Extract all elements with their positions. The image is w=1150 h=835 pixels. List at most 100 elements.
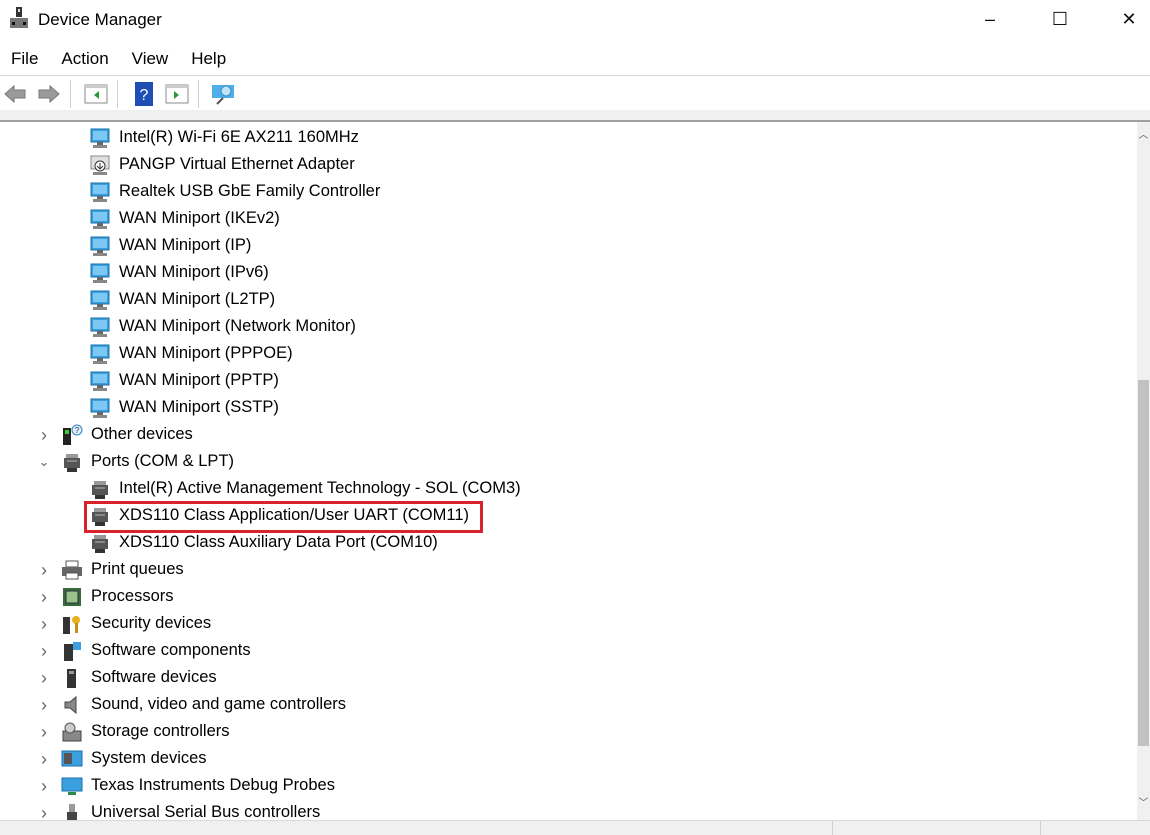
network-adapter-icon	[90, 290, 110, 310]
forward-arrow-icon[interactable]	[37, 82, 61, 106]
svg-text:?: ?	[140, 87, 149, 104]
network-adapter-icon	[90, 398, 110, 418]
processor-icon	[63, 587, 81, 606]
scroll-down-icon[interactable]: ﹀	[1137, 794, 1150, 809]
network-adapter-icon	[90, 344, 110, 364]
port-icon	[92, 480, 108, 499]
tree-device[interactable]: Intel(R) Wi-Fi 6E AX211 160MHz	[89, 124, 359, 151]
port-icon	[92, 507, 108, 526]
tree-item-label: Software components	[91, 641, 251, 659]
monitor-icon	[61, 777, 83, 795]
tree-category[interactable]: › Storage controllers	[41, 718, 230, 745]
tree-item-label: Texas Instruments Debug Probes	[91, 776, 335, 794]
scan-hardware-icon[interactable]	[211, 82, 235, 106]
tree-device[interactable]: XDS110 Class Application/User UART (COM1…	[89, 502, 469, 529]
network-adapter-icon	[90, 317, 110, 337]
tree-item-label: XDS110 Class Auxiliary Data Port (COM10)	[119, 533, 438, 551]
chevron-right-icon[interactable]: ›	[37, 641, 51, 661]
software-component-icon	[64, 641, 81, 661]
tree-item-label: WAN Miniport (Network Monitor)	[119, 317, 356, 335]
software-device-icon	[67, 668, 76, 688]
tree-item-label: Security devices	[91, 614, 212, 632]
tree-device[interactable]: WAN Miniport (PPTP)	[89, 367, 279, 394]
tree-item-label: Sound, video and game controllers	[91, 695, 346, 713]
chevron-down-icon[interactable]: ⌄	[37, 454, 51, 469]
tree-item-label: WAN Miniport (PPPOE)	[119, 344, 293, 362]
chevron-right-icon[interactable]: ›	[37, 695, 51, 715]
tree-device[interactable]: WAN Miniport (IKEv2)	[89, 205, 280, 232]
tree-category[interactable]: › Processors	[41, 583, 174, 610]
port-icon	[64, 453, 80, 472]
tree-device[interactable]: Realtek USB GbE Family Controller	[89, 178, 380, 205]
menu-action[interactable]: Action	[50, 46, 120, 74]
chevron-right-icon[interactable]: ›	[37, 803, 51, 821]
tree-category[interactable]: ⌄ Ports (COM & LPT)	[39, 448, 234, 475]
scrollbar-thumb[interactable]	[1138, 380, 1149, 746]
tree-item-label: Intel(R) Wi-Fi 6E AX211 160MHz	[119, 128, 359, 146]
menu-view[interactable]: View	[121, 46, 181, 74]
chevron-right-icon[interactable]: ›	[37, 614, 51, 634]
tree-device[interactable]: PANGP Virtual Ethernet Adapter	[89, 151, 355, 178]
tree-item-label: WAN Miniport (SSTP)	[119, 398, 279, 416]
port-icon	[92, 534, 108, 553]
network-adapter-icon	[90, 371, 110, 391]
tree-item-label: System devices	[91, 749, 207, 767]
tree-item-label: Other devices	[91, 425, 193, 443]
tree-device[interactable]: Intel(R) Active Management Technology - …	[89, 475, 521, 502]
chevron-right-icon[interactable]: ›	[37, 425, 51, 445]
tree-category[interactable]: › Texas Instruments Debug Probes	[41, 772, 335, 799]
network-adapter-icon	[90, 209, 110, 229]
console-tree-icon[interactable]	[84, 82, 108, 106]
toolbar-separator	[117, 80, 118, 108]
system-icon	[61, 750, 83, 766]
tree-item-label: Realtek USB GbE Family Controller	[119, 182, 381, 200]
tree-item-label: PANGP Virtual Ethernet Adapter	[119, 155, 355, 173]
tree-category[interactable]: › Software components	[41, 637, 251, 664]
chevron-right-icon[interactable]: ›	[37, 560, 51, 580]
tree-device[interactable]: XDS110 Class Auxiliary Data Port (COM10)	[89, 529, 438, 556]
tree-category[interactable]: › Print queues	[41, 556, 184, 583]
window-title: Device Manager	[38, 10, 162, 29]
tree-device[interactable]: WAN Miniport (SSTP)	[89, 394, 279, 421]
chevron-right-icon[interactable]: ›	[37, 668, 51, 688]
menu-help[interactable]: Help	[180, 46, 238, 74]
menu-bar: File Action View Help	[0, 46, 1150, 74]
tree-item-label: Storage controllers	[91, 722, 230, 740]
tree-item-label: WAN Miniport (IPv6)	[119, 263, 269, 281]
tree-device[interactable]: WAN Miniport (IPv6)	[89, 259, 269, 286]
network-adapter-icon	[90, 263, 110, 283]
chevron-right-icon[interactable]: ›	[37, 776, 51, 796]
chevron-right-icon[interactable]: ›	[37, 722, 51, 742]
tree-device[interactable]: WAN Miniport (L2TP)	[89, 286, 275, 313]
tree-category[interactable]: › Universal Serial Bus controllers	[41, 799, 321, 820]
toolbar-separator	[70, 80, 71, 108]
title-bar: Device Manager – ☐ ✕	[0, 0, 1150, 40]
toolbar-separator	[198, 80, 199, 108]
scroll-up-icon[interactable]: ︿	[1137, 126, 1150, 141]
minimize-button[interactable]: –	[967, 0, 1013, 38]
close-button[interactable]: ✕	[1106, 0, 1150, 38]
tree-device[interactable]: WAN Miniport (IP)	[89, 232, 251, 259]
tree-category[interactable]: › Security devices	[41, 610, 212, 637]
network-adapter-icon	[90, 128, 110, 148]
tree-category[interactable]: ›? Other devices	[41, 421, 193, 448]
network-adapter-disabled-icon	[90, 155, 110, 175]
tree-item-label: Universal Serial Bus controllers	[91, 803, 321, 820]
menu-file[interactable]: File	[0, 46, 50, 74]
tree-item-label: WAN Miniport (IP)	[119, 236, 252, 254]
toolbar: ?	[0, 75, 1150, 112]
tree-category[interactable]: › Sound, video and game controllers	[41, 691, 346, 718]
tree-device[interactable]: WAN Miniport (Network Monitor)	[89, 313, 356, 340]
maximize-button[interactable]: ☐	[1037, 0, 1083, 38]
tree-item-label: WAN Miniport (IKEv2)	[119, 209, 280, 227]
vertical-scrollbar[interactable]: ︿ ﹀	[1137, 122, 1150, 820]
tree-device[interactable]: WAN Miniport (PPPOE)	[89, 340, 293, 367]
chevron-right-icon[interactable]: ›	[37, 749, 51, 769]
tree-category[interactable]: › System devices	[41, 745, 207, 772]
device-manager-app-icon	[10, 7, 28, 28]
back-arrow-icon[interactable]	[3, 82, 27, 106]
chevron-right-icon[interactable]: ›	[37, 587, 51, 607]
help-icon[interactable]: ?	[132, 82, 156, 106]
tree-category[interactable]: › Software devices	[41, 664, 217, 691]
action-pane-icon[interactable]	[165, 82, 189, 106]
